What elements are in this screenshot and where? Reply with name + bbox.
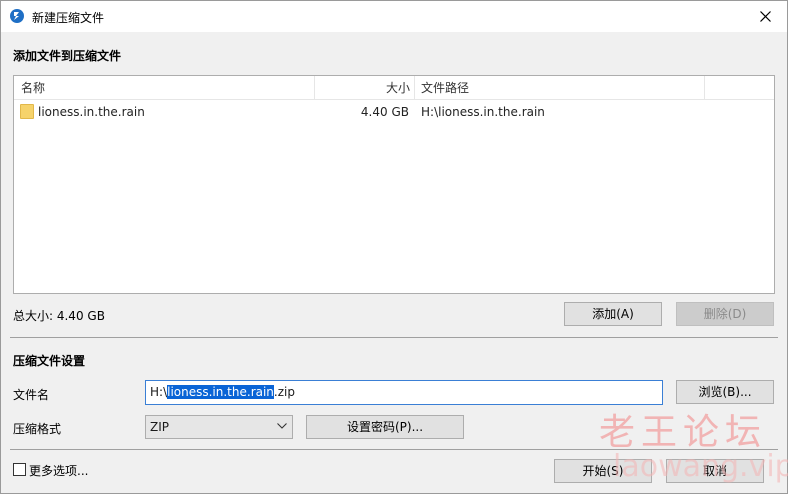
format-label: 压缩格式	[13, 422, 62, 436]
add-button[interactable]: 添加(A)	[564, 302, 662, 326]
filename-input[interactable]: H:\lioness.in.the.rain.zip	[145, 380, 663, 405]
file-list[interactable]: 名称 大小 文件路径 lioness.in.the.rain 4.40 GB H…	[13, 75, 775, 294]
filename-prefix: H:\	[150, 385, 168, 399]
format-value: ZIP	[150, 420, 169, 434]
filename-suffix: .zip	[273, 385, 295, 399]
close-icon	[759, 11, 771, 22]
start-button[interactable]: 开始(S)	[554, 459, 652, 483]
column-header-path[interactable]: 文件路径	[421, 76, 469, 100]
filename-label: 文件名	[13, 388, 50, 402]
column-header-name[interactable]: 名称	[21, 76, 45, 100]
more-options-label[interactable]: 更多选项...	[29, 462, 88, 479]
app-logo-icon	[10, 9, 24, 23]
watermark-cn: 老王论坛	[599, 412, 768, 453]
divider	[10, 449, 778, 450]
delete-button[interactable]: 删除(D)	[676, 302, 774, 326]
format-select[interactable]: ZIP	[145, 415, 293, 439]
add-section-title: 添加文件到压缩文件	[13, 49, 122, 63]
window-title: 新建压缩文件	[32, 11, 105, 25]
chevron-down-icon	[277, 423, 287, 429]
title-bar[interactable]: 新建压缩文件	[1, 1, 787, 32]
filename-selected-text: lioness.in.the.rain	[167, 385, 274, 399]
cancel-button[interactable]: 取消	[666, 459, 764, 483]
column-divider[interactable]	[704, 76, 705, 100]
file-size: 4.40 GB	[360, 105, 409, 119]
file-path: H:\lioness.in.the.rain	[421, 105, 545, 119]
more-options-checkbox[interactable]	[13, 463, 26, 476]
file-row[interactable]: lioness.in.the.rain 4.40 GB H:\lioness.i…	[14, 101, 774, 123]
browse-button[interactable]: 浏览(B)...	[676, 380, 774, 404]
list-header: 名称 大小 文件路径	[14, 76, 774, 100]
set-password-button[interactable]: 设置密码(P)...	[306, 415, 464, 439]
folder-icon	[20, 104, 34, 119]
close-button[interactable]	[743, 1, 787, 32]
divider	[10, 337, 778, 338]
file-name: lioness.in.the.rain	[38, 105, 145, 119]
column-divider[interactable]	[414, 76, 415, 100]
new-archive-dialog: 新建压缩文件 添加文件到压缩文件 名称 大小 文件路径 lioness.in.t…	[0, 0, 788, 494]
total-size: 总大小: 4.40 GB	[13, 309, 105, 323]
column-header-size[interactable]: 大小	[314, 76, 410, 100]
settings-section-title: 压缩文件设置	[13, 354, 86, 368]
